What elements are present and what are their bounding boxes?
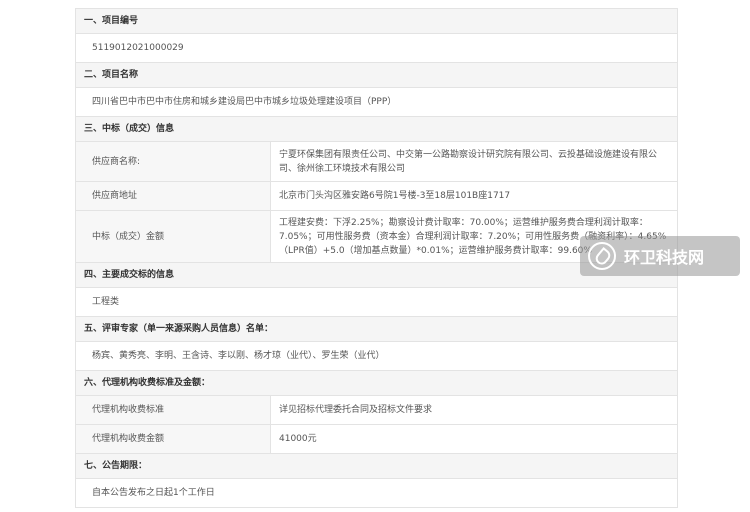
supplier-address-row: 供应商地址 北京市门头沟区雅安路6号院1号楼-3至18层101B座1717 [76, 182, 677, 211]
supplier-name-label: 供应商名称: [76, 142, 271, 181]
supplier-address-value: 北京市门头沟区雅安路6号院1号楼-3至18层101B座1717 [279, 191, 511, 201]
watermark-text: 环卫科技网 [624, 248, 705, 267]
section-header-agency-fee: 六、代理机构收费标准及金额： [76, 371, 677, 396]
main-subject-value: 工程类 [76, 288, 677, 317]
agency-fee-amount-label: 代理机构收费金额 [76, 425, 271, 453]
agency-fee-standard-value: 详见招标代理委托合同及招标文件要求 [279, 405, 433, 415]
site-watermark: 环卫科技网 [580, 236, 740, 276]
supplier-name-row: 供应商名称: 宁夏环保集团有限责任公司、中交第一公路勘察设计研究院有限公司、云投… [76, 142, 677, 182]
agency-fee-standard-row: 代理机构收费标准 详见招标代理委托合同及招标文件要求 [76, 396, 677, 425]
project-number: 5119012021000029 [76, 34, 677, 63]
section-header-award-info: 三、中标（成交）信息 [76, 117, 677, 142]
leaf-logo-icon [588, 242, 616, 270]
supplier-address-label: 供应商地址 [76, 182, 271, 210]
section-header-review-experts: 五、评审专家（单一来源采购人员信息）名单： [76, 317, 677, 342]
section-header-project-number: 一、项目编号 [76, 9, 677, 34]
award-amount-label: 中标（成交）金额 [76, 211, 271, 262]
agency-fee-amount-row: 代理机构收费金额 41000元 [76, 425, 677, 454]
agency-fee-amount-value: 41000元 [279, 434, 317, 444]
section-header-project-name: 二、项目名称 [76, 63, 677, 88]
supplier-name-value: 宁夏环保集团有限责任公司、中交第一公路勘察设计研究院有限公司、云投基础设施建设有… [279, 149, 658, 174]
agency-fee-standard-label: 代理机构收费标准 [76, 396, 271, 424]
section-header-notice-period: 七、公告期限： [76, 454, 677, 479]
project-name: 四川省巴中市巴中市住房和城乡建设局巴中市城乡垃圾处理建设项目（PPP） [76, 88, 677, 117]
review-experts-list: 杨宾、黄秀亮、李明、王含诗、李以刚、杨才琼（业代）、罗生荣（业代） [76, 342, 677, 371]
notice-period-value: 自本公告发布之日起1个工作日 [76, 479, 677, 508]
